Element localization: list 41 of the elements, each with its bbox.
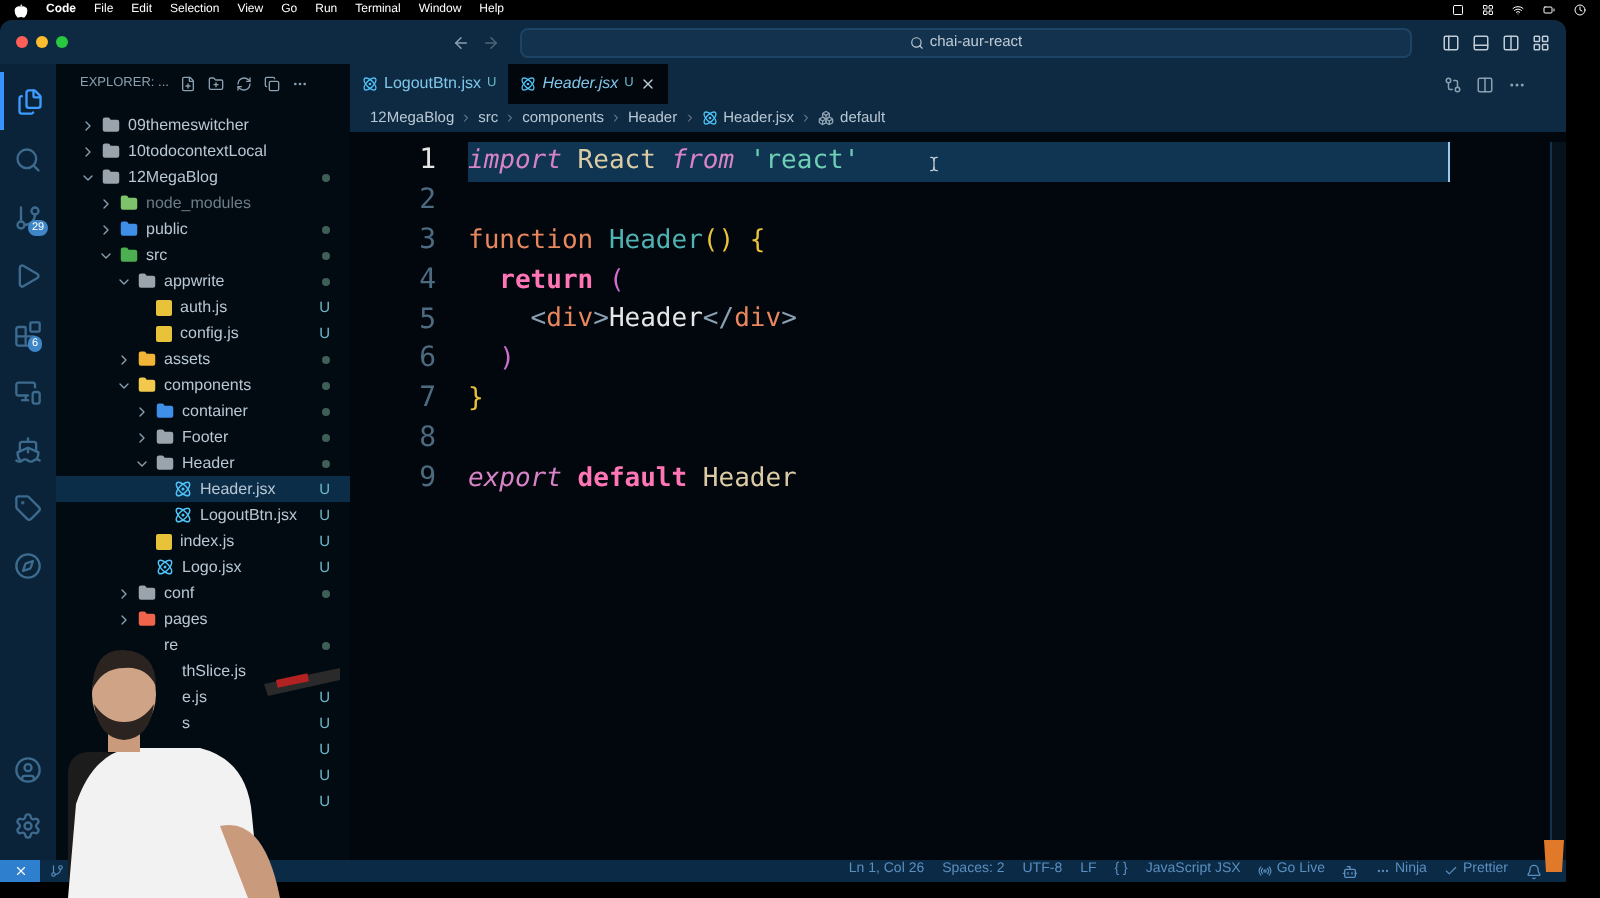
tree-item[interactable]: Logo.jsx (182, 555, 242, 579)
code-line: ) (497, 342, 515, 379)
code-line: return ( (497, 263, 625, 300)
line-number: 9 (417, 459, 436, 498)
tree-item[interactable]: components (164, 373, 252, 397)
tree-item[interactable]: Footer (182, 425, 229, 449)
code-line: export default Header (468, 461, 797, 498)
tree-item[interactable]: src (146, 243, 168, 267)
tree-item[interactable]: public (146, 217, 188, 241)
tree-item[interactable]: Header (182, 451, 235, 475)
tree-item[interactable]: 09themeswitcher (128, 113, 249, 137)
tree-item[interactable]: s (182, 711, 190, 735)
tree-item[interactable]: 10todocontextLocal (128, 139, 267, 163)
line-number: 2 (417, 182, 436, 221)
tree-item[interactable]: appwrite (164, 269, 225, 293)
tree-item[interactable]: 12MegaBlog (128, 165, 218, 189)
line-number: 7 (417, 380, 436, 419)
code-line: function Header() { (468, 223, 766, 260)
tree-item[interactable]: re (164, 633, 179, 657)
tree-item[interactable]: pages (164, 607, 208, 631)
line-number: 1 (417, 142, 436, 181)
tree-item[interactable]: conf (164, 581, 195, 605)
tree-item[interactable]: node_modules (146, 191, 251, 215)
tab-label: LogoutBtn.jsx (384, 72, 481, 96)
tree-item[interactable]: Header.jsx (200, 477, 276, 501)
tree-item[interactable]: container (182, 399, 248, 423)
tree-item[interactable]: assets (164, 347, 211, 371)
code-line: <div>Header</div> (528, 302, 797, 339)
tree-item[interactable]: LogoutBtn.jsx (200, 503, 297, 527)
code-line: } (468, 381, 484, 418)
line-number: 3 (417, 222, 436, 260)
line-number: 4 (417, 261, 436, 300)
tab-label: Header.jsx (542, 72, 619, 96)
line-number: 5 (417, 301, 436, 340)
tree-item[interactable]: auth.js (180, 295, 228, 319)
tree-item[interactable]: thSlice.js (182, 659, 247, 683)
tree-item[interactable]: index.js (180, 529, 235, 553)
line-number: 8 (417, 419, 436, 458)
line-number: 6 (417, 340, 436, 379)
tree-item[interactable]: config.js (180, 321, 239, 345)
tree-item[interactable]: e.js (182, 685, 207, 709)
